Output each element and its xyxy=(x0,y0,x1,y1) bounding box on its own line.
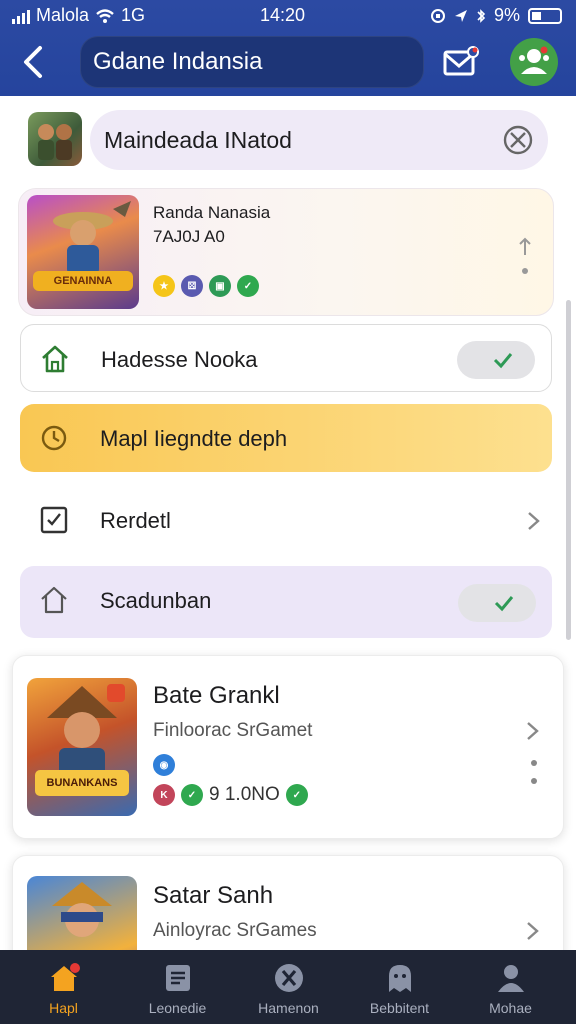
feature-image-title: GENAINNA xyxy=(33,271,133,291)
nav-item-leaderboard[interactable]: Leonedie xyxy=(120,950,235,1024)
controller-icon: ▣ xyxy=(209,275,231,297)
crown-icon: ★ xyxy=(153,275,175,297)
header-search-field[interactable]: Gdane Indansia xyxy=(80,36,424,88)
chevron-right-icon[interactable] xyxy=(525,920,541,942)
carrier-name: Malola xyxy=(36,5,90,25)
chevron-right-icon[interactable] xyxy=(525,720,541,742)
hero-character-icon xyxy=(53,201,131,275)
game-meta: K ✓ 9 1.0NО ✓ xyxy=(153,784,308,806)
setting-label: Hadesse Nooka xyxy=(101,347,258,372)
profile-glyph-icon xyxy=(519,46,549,74)
search-text: Maindeada INatod xyxy=(104,127,292,153)
check-icon xyxy=(493,353,513,369)
scrollbar[interactable] xyxy=(566,300,571,640)
header-search-text: Gdane Indansia xyxy=(93,48,263,75)
battery-percent: 9% xyxy=(493,5,520,25)
feature-title: Randa Nanasia xyxy=(153,203,271,222)
dice-icon: ⚄ xyxy=(181,275,203,297)
x-circle-icon xyxy=(275,964,303,992)
tag-icon: K xyxy=(153,784,175,806)
more-options-icon[interactable] xyxy=(517,235,533,279)
bottom-nav: Hapl Leonedie Hamenon Bebbitent Mohae xyxy=(0,950,576,1024)
game-title: Satar Sanh xyxy=(153,882,274,909)
location-icon xyxy=(454,9,467,22)
home-icon xyxy=(42,345,68,373)
chevron-right-icon[interactable] xyxy=(526,510,542,532)
house-icon xyxy=(41,586,67,614)
bluetooth-icon xyxy=(477,8,486,23)
nav-item-profile[interactable]: Mohae xyxy=(453,950,568,1024)
network-type: 1G xyxy=(121,5,146,25)
nav-item-friends[interactable]: Bebbitent xyxy=(342,950,457,1024)
verified-icon: ✓ xyxy=(237,275,259,297)
setting-label: Mapl Iiegndte deph xyxy=(100,426,288,451)
check-icon xyxy=(494,596,514,612)
globe-icon: ◉ xyxy=(153,754,175,776)
game-subtitle: Finloorac SrGamet xyxy=(153,720,313,741)
more-options-icon[interactable] xyxy=(531,760,537,796)
home-icon xyxy=(51,963,80,991)
setting-row-scadunban[interactable]: Scadunban xyxy=(20,566,552,638)
setting-label: Rerdetl xyxy=(100,508,171,533)
nav-label: Hamenon xyxy=(258,1000,319,1016)
check-circle-icon: ✓ xyxy=(181,784,203,806)
setting-row-rerdetl[interactable]: Rerdetl xyxy=(20,486,552,554)
game-meta-text: 9 1.0NО xyxy=(209,784,280,805)
person-icon xyxy=(498,965,524,992)
signal-icon xyxy=(12,8,30,24)
nav-item-home[interactable]: Hapl xyxy=(6,950,121,1024)
clear-icon[interactable] xyxy=(502,124,534,156)
feature-card[interactable]: GENAINNA Randa Nanasia 7АJ0J A0 ★ ⚄ ▣ ✓ xyxy=(18,188,554,316)
feature-subtitle: 7АJ0J A0 xyxy=(153,227,225,246)
feature-image: GENAINNA xyxy=(27,195,139,309)
game-image: BUNANKANS xyxy=(27,678,137,816)
search-bar[interactable]: Maindeada INatod xyxy=(90,110,548,170)
feature-badges: ★ ⚄ ▣ ✓ xyxy=(153,275,259,297)
setting-row-highlight[interactable]: Mapl Iiegndte deph xyxy=(20,404,552,472)
game-subtitle: Ainloyrac SrGames xyxy=(153,920,317,941)
nav-item-games[interactable]: Hamenon xyxy=(231,950,346,1024)
verified-icon: ✓ xyxy=(285,784,308,806)
setting-toggle[interactable] xyxy=(457,341,535,379)
clock-icon xyxy=(41,425,67,451)
game-card[interactable]: BUNANKANS Bate Grankl Finloorac SrGamet … xyxy=(12,655,564,839)
setting-label: Scadunban xyxy=(100,588,212,613)
game-image-title: BUNANKANS xyxy=(35,770,129,796)
status-bar: Malola 1G 14:20 9% xyxy=(0,0,576,30)
battery-icon xyxy=(528,7,562,24)
game-thumbnail[interactable] xyxy=(28,112,82,166)
wifi-icon xyxy=(96,8,114,23)
top-bar: Malola 1G 14:20 9% Gdane Indansia xyxy=(0,0,576,96)
mail-icon[interactable] xyxy=(440,42,482,82)
profile-icon[interactable] xyxy=(510,38,558,86)
clock: 14:20 xyxy=(260,5,306,25)
ghost-icon xyxy=(389,965,411,992)
list-icon xyxy=(166,965,190,991)
nav-label: Bebbitent xyxy=(369,1000,430,1016)
setting-row-home[interactable]: Hadesse Nooka xyxy=(20,324,552,392)
nav-label: Leonedie xyxy=(148,1000,207,1016)
nav-label: Mohae xyxy=(489,1000,532,1016)
back-arrow-icon[interactable] xyxy=(18,44,48,80)
characters-icon xyxy=(38,124,72,160)
checkbox-icon xyxy=(40,506,68,534)
nav-label: Hapl xyxy=(49,1000,78,1016)
game-title: Bate Grankl xyxy=(153,682,280,709)
setting-toggle[interactable] xyxy=(458,584,536,622)
rotation-lock-icon xyxy=(430,8,445,23)
